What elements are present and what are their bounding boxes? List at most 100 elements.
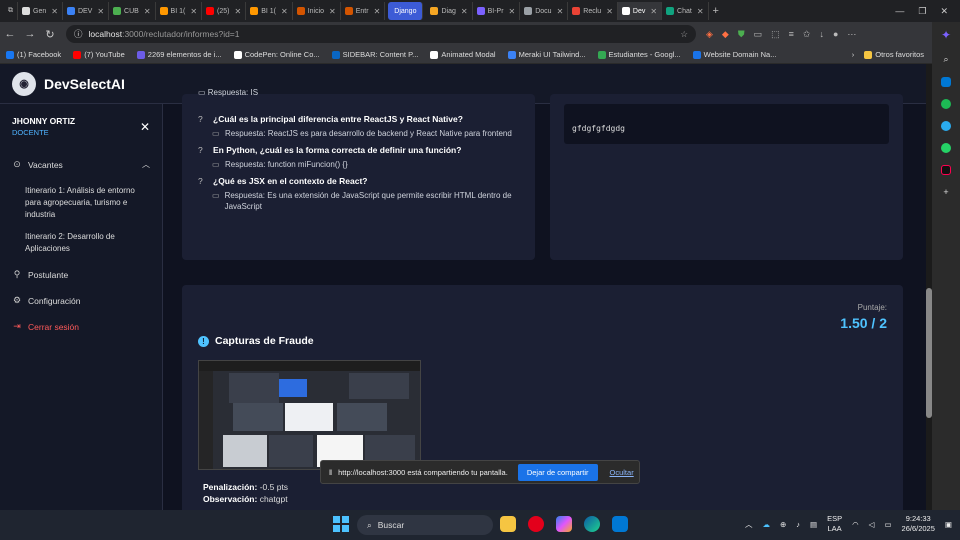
bookmark-item[interactable]: (1) Facebook [6,50,61,59]
browser-tab[interactable]: Dev ✕ [617,2,663,20]
browser-tab[interactable]: Inicio ✕ [293,2,341,20]
battery-icon[interactable]: ▭ [884,520,891,529]
browser-tab[interactable]: Chat ✕ [662,2,709,20]
browser-tab[interactable]: Diag ✕ [426,2,473,20]
browser-tab[interactable]: BI 1(✕ [156,2,203,20]
extension-icon[interactable]: ⛊ [738,29,745,40]
browser-tab[interactable]: CUB ✕ [109,2,156,20]
sidebar-subitem-itinerario1[interactable]: Itinerario 1: Análisis de entorno para a… [12,185,150,221]
whatsapp-icon[interactable] [941,143,951,153]
bookmark-item[interactable]: SIDEBAR: Content P... [331,50,418,59]
tab-group-label[interactable]: Django [388,2,424,20]
extensions-puzzle-icon[interactable]: ⬚ [771,29,780,40]
new-tab-button[interactable]: + [709,2,723,20]
edge-icon[interactable] [584,516,600,532]
volume-icon[interactable]: ◁ [869,520,875,529]
sidebar-subitem-itinerario2[interactable]: Itinerario 2: Desarrollo de Aplicaciones [12,231,150,255]
bookmarks-overflow-icon[interactable]: › [852,50,855,59]
close-sidebar-icon[interactable]: ✕ [140,120,150,134]
browser-tab[interactable]: Docu ✕ [520,2,569,20]
sidebar-item-postulante[interactable]: ⚲ Postulante [12,269,150,280]
taskbar-search[interactable]: ⌕ Buscar [357,515,493,535]
browser-tab[interactable]: BI 1(✕ [246,2,293,20]
back-icon[interactable]: ← [0,28,20,40]
extension-icon[interactable]: ◆ [722,29,729,40]
clock[interactable]: 9:24:33 26/6/2025 [902,514,935,534]
bookmark-item[interactable]: Website Domain Na... [692,50,776,59]
extension-icon[interactable]: ◈ [706,29,713,40]
drag-handle-icon[interactable]: ‖ [329,468,332,477]
language-indicator[interactable]: ESP LAA [827,514,842,534]
copilot-app-icon[interactable] [556,516,572,532]
close-tab-icon[interactable]: ✕ [557,7,564,16]
opera-icon[interactable] [528,516,544,532]
bookmark-item[interactable]: 2269 elementos de i... [136,50,222,59]
favorite-star-icon[interactable]: ☆ [680,29,688,40]
spotify-icon[interactable] [941,99,951,109]
close-tab-icon[interactable]: ✕ [144,7,151,16]
close-tab-icon[interactable]: ✕ [97,7,104,16]
copilot-icon[interactable]: ✦ [941,28,951,42]
chevron-up-icon[interactable]: ︿ [142,159,150,170]
browser-tab[interactable]: Entr ✕ [341,2,386,20]
forward-icon[interactable]: → [20,28,40,40]
bookmark-item[interactable]: (7) YouTube [73,50,125,59]
tab-actions-icon[interactable]: ⧉ [4,2,18,20]
hide-link[interactable]: Ocultar [610,468,634,477]
close-tab-icon[interactable]: ✕ [697,7,704,16]
browser-tab[interactable]: Reclu ✕ [568,2,618,20]
microphone-icon[interactable]: ♪ [796,520,800,529]
search-icon[interactable]: ⌕ [943,54,948,65]
close-tab-icon[interactable]: ✕ [190,7,197,16]
reload-icon[interactable]: ↻ [40,28,60,41]
tray-app-icon[interactable]: ⊕ [780,520,786,529]
onedrive-icon[interactable]: ☁ [762,520,770,529]
windows-start-icon[interactable] [333,516,349,532]
vscode-icon[interactable] [612,516,628,532]
volume-mixer-icon[interactable]: ▤ [810,520,817,529]
favorites-icon[interactable]: ✩ [803,29,811,40]
close-tab-icon[interactable]: ✕ [650,7,657,16]
browser-tab[interactable]: DEV ✕ [63,2,110,20]
url-field[interactable]: ⓘ localhost:3000/reclutador/informes?id=… [66,25,696,43]
fraud-screenshot-thumbnail[interactable] [198,360,421,470]
close-window-icon[interactable]: ✕ [940,6,948,17]
file-explorer-icon[interactable] [500,516,516,532]
wifi-icon[interactable]: ◠ [852,520,859,529]
restore-icon[interactable]: ❐ [918,6,926,17]
add-icon[interactable]: + [943,187,948,197]
sidebar-item-logout[interactable]: ⇥ Cerrar sesión [12,321,150,332]
site-info-icon[interactable]: ⓘ [74,28,83,40]
tiktok-icon[interactable] [941,165,951,175]
page-scrollbar-thumb[interactable] [926,288,932,418]
extension-icon[interactable]: ▭ [754,29,763,40]
outlook-icon[interactable] [941,77,951,87]
close-tab-icon[interactable]: ✕ [374,7,381,16]
browser-tab[interactable]: BI-Pr ✕ [473,2,521,20]
telegram-icon[interactable] [941,121,951,131]
close-tab-icon[interactable]: ✕ [281,7,288,16]
downloads-icon[interactable]: ↓ [819,29,824,40]
page-scrollbar-track[interactable] [926,64,932,510]
stop-sharing-button[interactable]: Dejar de compartir [517,463,598,481]
close-tab-icon[interactable]: ✕ [606,7,613,16]
browser-tab[interactable]: Gen ✕ [18,2,63,20]
notifications-icon[interactable]: ▣ [945,520,952,529]
sidebar-item-configuracion[interactable]: ⚙ Configuración [12,295,150,306]
close-tab-icon[interactable]: ✕ [51,7,58,16]
profile-avatar-icon[interactable]: ● [833,29,838,40]
browser-tab[interactable]: (25) ✕ [202,2,247,20]
bookmark-item[interactable]: Estudiantes - Googl... [597,50,681,59]
close-tab-icon[interactable]: ✕ [509,7,516,16]
collections-icon[interactable]: ≡ [789,29,794,40]
close-tab-icon[interactable]: ✕ [329,7,336,16]
bookmark-item[interactable]: Meraki UI Tailwind... [507,50,586,59]
bookmark-item[interactable]: CodePen: Online Co... [233,50,320,59]
sidebar-item-vacantes[interactable]: ⊙ Vacantes ︿ [12,159,150,170]
more-icon[interactable]: ⋯ [847,29,856,40]
bookmark-item[interactable]: Animated Modal [430,50,496,59]
other-favorites[interactable]: Otros favoritos [864,50,924,59]
close-tab-icon[interactable]: ✕ [234,7,241,16]
close-tab-icon[interactable]: ✕ [461,7,468,16]
tray-overflow-icon[interactable]: ︿ [745,519,753,530]
